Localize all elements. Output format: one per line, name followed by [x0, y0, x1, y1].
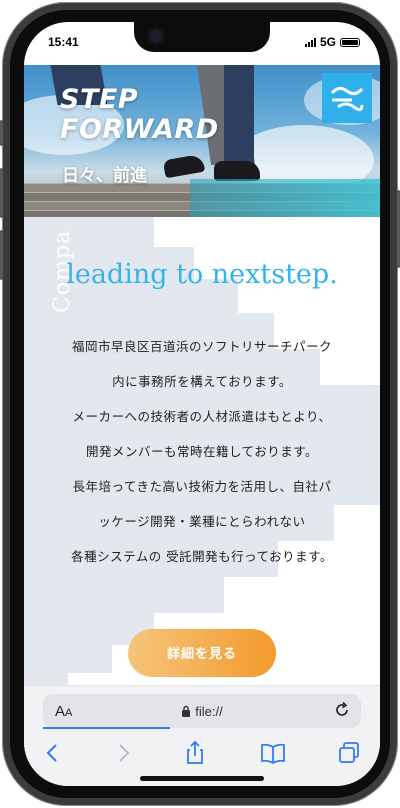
hero-title: STEP FORWARD — [60, 85, 219, 145]
url-display: file:// — [43, 704, 361, 719]
back-icon[interactable] — [38, 738, 68, 768]
company-description: 福岡市早良区百道浜のソフトリサーチパーク 内に事務所を構えております。 メーカー… — [24, 329, 380, 574]
description-line: 福岡市早良区百道浜のソフトリサーチパーク — [71, 339, 332, 354]
url-text: file:// — [195, 704, 223, 719]
hero-overlay — [190, 179, 380, 217]
page-load-progress — [43, 727, 170, 729]
front-camera — [150, 30, 162, 42]
address-bar[interactable]: AA file:// — [43, 694, 361, 728]
reload-icon[interactable] — [333, 701, 351, 719]
hero-title-line2: FORWARD — [60, 114, 219, 145]
description-line: 内に事務所を構えております。 — [112, 374, 292, 389]
forward-icon[interactable] — [108, 738, 138, 768]
notch — [134, 22, 270, 52]
description-line: メーカーへの技術者の人材派遣はもとより、 — [72, 409, 332, 424]
tagline: leading to nextstep. — [66, 259, 338, 290]
status-time: 15:41 — [48, 35, 79, 49]
network-label: 5G — [319, 35, 336, 49]
browser-toolbar — [24, 738, 380, 768]
details-button[interactable]: 詳細を見る — [128, 629, 276, 677]
company-logo-icon[interactable] — [322, 73, 372, 123]
about-section: Compa leading to nextstep. 福岡市早良区百道浜のソフト… — [24, 217, 380, 685]
signal-icon — [304, 37, 316, 47]
safari-bottom-bar: AA file:// — [24, 685, 380, 786]
tabs-icon[interactable] — [334, 738, 364, 768]
lock-icon — [182, 705, 191, 717]
hero-banner: STEP FORWARD 日々、前進 — [24, 65, 380, 217]
mute-switch — [0, 120, 3, 146]
description-line: ッケージ開発・業種にとらわれない — [98, 514, 306, 529]
volume-down-button — [0, 230, 3, 280]
description-line: 長年培ってきた高い技術力を活用し、自社パ — [72, 479, 332, 494]
home-indicator — [140, 776, 264, 781]
screen: 15:41 5G STEP FORWARD 日々、前進 Compa leadin… — [24, 22, 380, 786]
volume-up-button — [0, 168, 3, 218]
hero-subtitle: 日々、前進 — [62, 166, 147, 186]
description-line: 開発メンバーも常時在籍しております。 — [85, 444, 318, 459]
hero-title-line1: STEP — [60, 84, 139, 115]
bookmarks-icon[interactable] — [258, 738, 288, 768]
description-line: 各種システムの 受託開発も行っております。 — [71, 549, 333, 564]
share-icon[interactable] — [180, 738, 210, 768]
battery-icon — [340, 37, 360, 47]
status-indicators: 5G — [304, 35, 360, 49]
